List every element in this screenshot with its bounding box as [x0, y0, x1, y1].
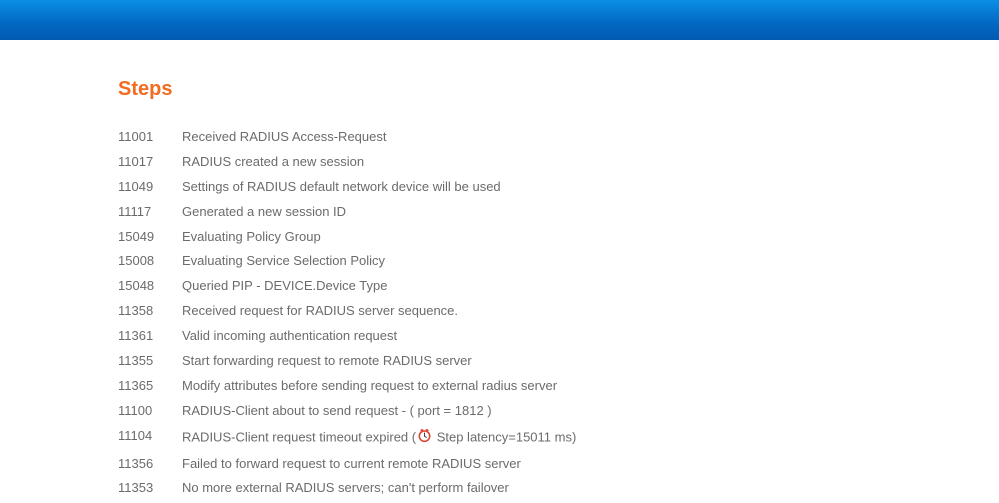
table-row: 15048Queried PIP - DEVICE.Device Type	[118, 274, 576, 299]
step-code: 15008	[118, 249, 182, 274]
step-code: 11358	[118, 299, 182, 324]
step-code: 11365	[118, 374, 182, 399]
step-description: Received RADIUS Access-Request	[182, 125, 576, 150]
step-code: 11001	[118, 125, 182, 150]
step-description: Queried PIP - DEVICE.Device Type	[182, 274, 576, 299]
step-description: No more external RADIUS servers; can't p…	[182, 476, 576, 501]
table-row: 11358Received request for RADIUS server …	[118, 299, 576, 324]
step-description: RADIUS-Client about to send request - ( …	[182, 399, 576, 424]
step-code: 11356	[118, 452, 182, 477]
step-code: 11353	[118, 476, 182, 501]
step-code: 11017	[118, 150, 182, 175]
step-desc-pre: RADIUS-Client request timeout expired (	[182, 429, 416, 444]
step-desc-post: Step latency=15011 ms)	[433, 429, 576, 444]
table-row: 11361Valid incoming authentication reque…	[118, 324, 576, 349]
steps-heading: Steps	[118, 78, 999, 101]
step-description: Start forwarding request to remote RADIU…	[182, 349, 576, 374]
step-description: Modify attributes before sending request…	[182, 374, 576, 399]
step-code: 15049	[118, 225, 182, 250]
table-row: 11001Received RADIUS Access-Request	[118, 125, 576, 150]
step-description: RADIUS-Client request timeout expired ( …	[182, 424, 576, 452]
step-description: RADIUS created a new session	[182, 150, 576, 175]
step-code: 11100	[118, 399, 182, 424]
step-description: Settings of RADIUS default network devic…	[182, 175, 576, 200]
table-row: 11355Start forwarding request to remote …	[118, 349, 576, 374]
step-code: 11104	[118, 424, 182, 452]
step-description: Generated a new session ID	[182, 200, 576, 225]
step-code: 15048	[118, 274, 182, 299]
steps-table: 11001Received RADIUS Access-Request11017…	[118, 125, 576, 501]
step-description: Evaluating Service Selection Policy	[182, 249, 576, 274]
step-description: Evaluating Policy Group	[182, 225, 576, 250]
table-row: 11365Modify attributes before sending re…	[118, 374, 576, 399]
top-banner	[0, 0, 999, 40]
table-row: 11017RADIUS created a new session	[118, 150, 576, 175]
table-row: 15008Evaluating Service Selection Policy	[118, 249, 576, 274]
step-code: 11117	[118, 200, 182, 225]
table-row: 11049Settings of RADIUS default network …	[118, 175, 576, 200]
step-code: 11049	[118, 175, 182, 200]
table-row: 11356Failed to forward request to curren…	[118, 452, 576, 477]
step-description: Failed to forward request to current rem…	[182, 452, 576, 477]
step-description: Valid incoming authentication request	[182, 324, 576, 349]
step-description: Received request for RADIUS server seque…	[182, 299, 576, 324]
table-row: 11117Generated a new session ID	[118, 200, 576, 225]
table-row: 11353No more external RADIUS servers; ca…	[118, 476, 576, 501]
alarm-clock-icon	[417, 428, 432, 448]
step-code: 11361	[118, 324, 182, 349]
table-row: 11100RADIUS-Client about to send request…	[118, 399, 576, 424]
step-code: 11355	[118, 349, 182, 374]
table-row: 11104RADIUS-Client request timeout expir…	[118, 424, 576, 452]
content-area: Steps 11001Received RADIUS Access-Reques…	[0, 40, 999, 501]
table-row: 15049Evaluating Policy Group	[118, 225, 576, 250]
